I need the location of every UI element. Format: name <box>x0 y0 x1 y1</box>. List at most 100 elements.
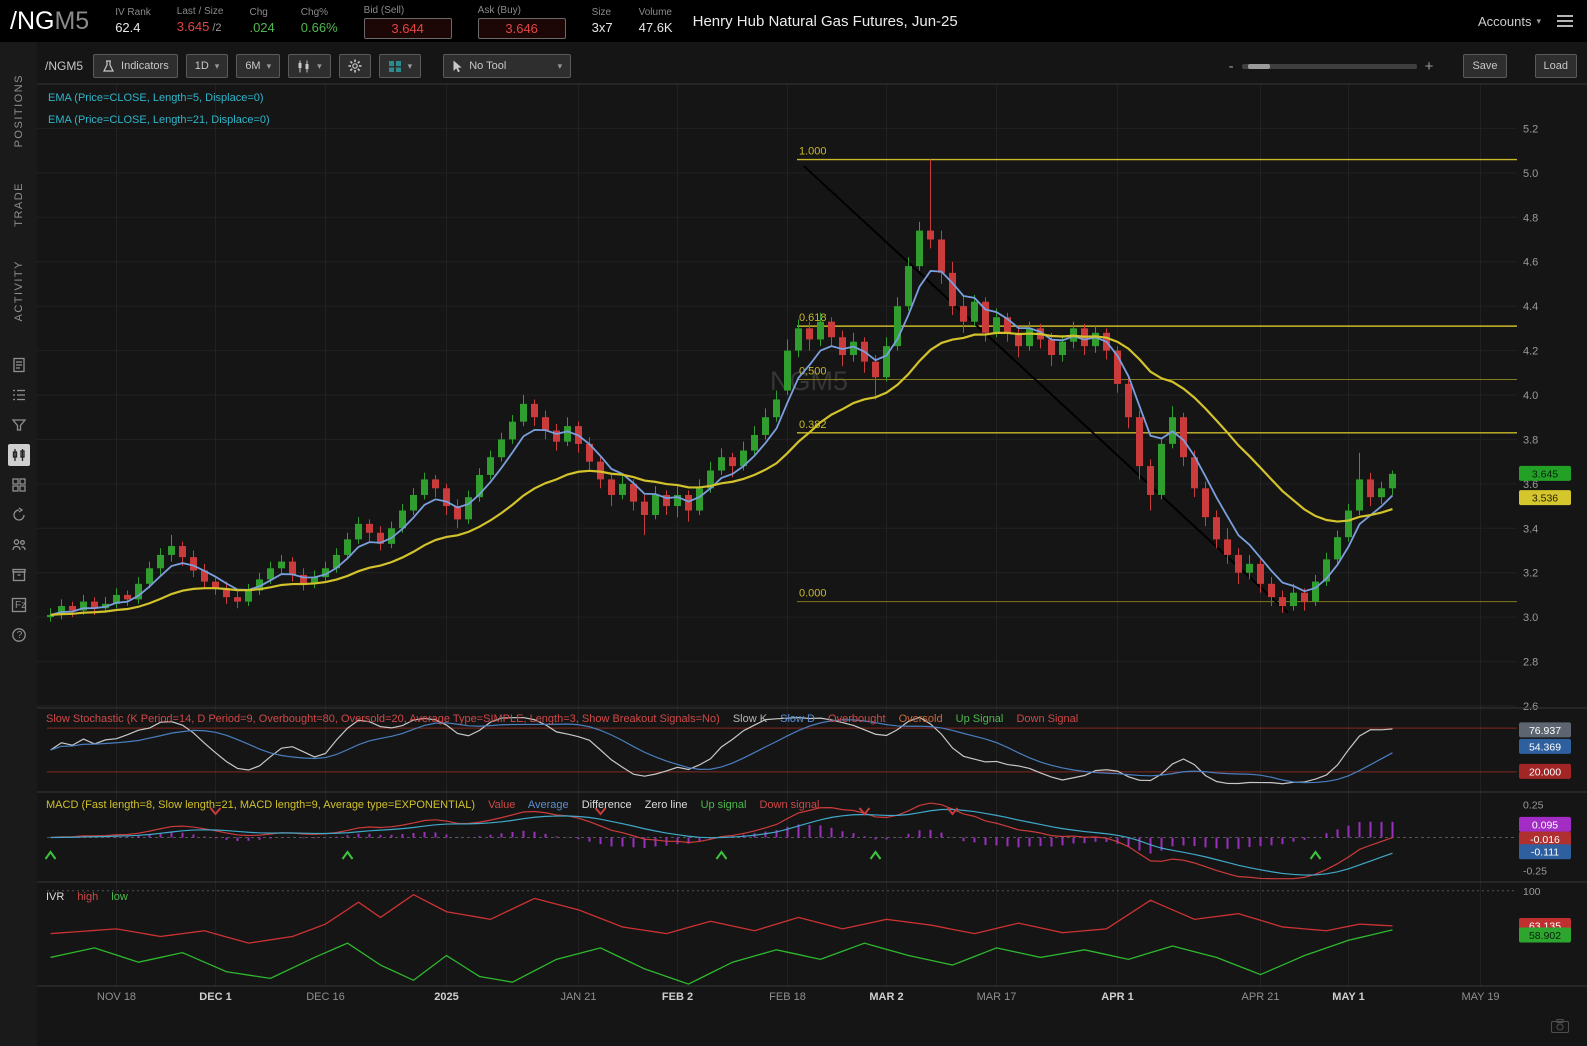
svg-text:4.8: 4.8 <box>1523 212 1538 224</box>
svg-text:MAY 1: MAY 1 <box>1332 991 1364 1003</box>
slow-d-label: Slow D <box>780 713 815 725</box>
svg-text:3.0: 3.0 <box>1523 612 1538 624</box>
svg-text:2.6: 2.6 <box>1523 701 1538 713</box>
ema5-legend: EMA (Price=CLOSE, Length=5, Displace=0) <box>48 92 264 104</box>
ivr-high-label: high <box>77 891 99 903</box>
beaker-icon <box>103 59 114 72</box>
contract-description: Henry Hub Natural Gas Futures, Jun-25 <box>692 12 958 30</box>
sidebar-tab-activity[interactable]: ACTIVITY <box>13 260 25 322</box>
indicators-button[interactable]: Indicators <box>93 54 178 78</box>
zoom-out-button[interactable]: - <box>1229 58 1234 75</box>
svg-text:100: 100 <box>1523 886 1541 898</box>
drawing-tool-select[interactable]: No Tool ▾ <box>443 54 572 78</box>
load-button[interactable]: Load <box>1534 54 1577 78</box>
save-button[interactable]: Save <box>1463 54 1507 78</box>
candle-chart-icon <box>298 60 309 72</box>
svg-text:FEB 18: FEB 18 <box>769 991 806 1003</box>
people-icon[interactable] <box>8 534 30 556</box>
chart-area: 5.2 5.0 4.8 4.6 4.4 4.2 4.0 3.8 3.6 3.4 3.2 3.0 2.8 2… <box>37 42 1587 1046</box>
macd-difference-label: Difference <box>581 799 632 811</box>
zoom-in-button[interactable]: + <box>1425 58 1434 75</box>
symbol-title: /NGM5 <box>10 7 89 36</box>
layout-grid-select[interactable]: ▾ <box>378 54 422 78</box>
ivr-legend: IVR high low <box>46 891 138 903</box>
ask-button[interactable]: 3.646 <box>477 17 566 39</box>
svg-text:58.902: 58.902 <box>1529 930 1561 942</box>
timeframe-select[interactable]: 1D ▾ <box>185 54 229 78</box>
camera-icon[interactable] <box>1551 1019 1569 1038</box>
sidebar-tab-trade[interactable]: TRADE <box>13 182 25 227</box>
svg-text:4.6: 4.6 <box>1523 257 1538 269</box>
svg-text:FEB 2: FEB 2 <box>662 991 693 1003</box>
range-value: 6M <box>245 60 261 72</box>
chevron-down-icon: ▾ <box>407 60 413 71</box>
svg-text:3.2: 3.2 <box>1523 568 1538 580</box>
svg-text:JAN 21: JAN 21 <box>560 991 596 1003</box>
down-signal-label: Down Signal <box>1016 713 1079 725</box>
document-icon[interactable] <box>8 354 30 376</box>
svg-text:MAY 19: MAY 19 <box>1461 991 1499 1003</box>
oversold-label: Oversold <box>898 713 943 725</box>
slow-k-label: Slow K <box>732 713 768 725</box>
last-size-label: Last / Size <box>176 6 224 17</box>
list-icon[interactable] <box>8 384 30 406</box>
filter-icon[interactable] <box>8 414 30 436</box>
macd-legend: MACD (Fast length=8, Slow length=21, MAC… <box>46 799 829 811</box>
fx-icon[interactable]: Fz <box>8 594 30 616</box>
archive-icon[interactable] <box>8 564 30 586</box>
refresh-icon[interactable] <box>8 504 30 526</box>
svg-text:MAR 2: MAR 2 <box>869 991 903 1003</box>
gear-icon <box>348 59 362 73</box>
zoom-control: - + <box>1229 58 1434 75</box>
sidebar-tab-positions[interactable]: POSITIONS <box>13 74 25 147</box>
zoom-slider[interactable] <box>1241 63 1417 69</box>
stochastic-legend: Slow Stochastic (K Period=14, D Period=9… <box>46 713 1088 725</box>
svg-text:0.000: 0.000 <box>799 588 827 600</box>
svg-text:Fz: Fz <box>15 600 26 611</box>
bid-label: Bid (Sell) <box>363 4 405 16</box>
svg-text:5.0: 5.0 <box>1523 168 1538 180</box>
help-icon[interactable]: ? <box>8 624 30 646</box>
size-field: Size 3x7 <box>592 6 613 36</box>
timeframe-value: 1D <box>194 60 209 72</box>
svg-text:APR 1: APR 1 <box>1101 991 1133 1003</box>
size-value: 3x7 <box>591 20 613 35</box>
top-header: /NGM5 IV Rank 62.4 Last / Size 3.645/2 C… <box>0 0 1587 42</box>
chevron-down-icon: ▾ <box>557 60 563 71</box>
volume-label: Volume <box>638 7 672 18</box>
last-size-field: Last / Size 3.645/2 <box>177 5 224 37</box>
svg-text:0.095: 0.095 <box>1532 819 1558 831</box>
bid-button[interactable]: 3.644 <box>363 17 452 39</box>
overbought-label: Overbought <box>828 713 886 725</box>
chart-type-select[interactable]: ▾ <box>288 54 331 78</box>
svg-text:4.0: 4.0 <box>1523 390 1538 402</box>
zoom-slider-handle[interactable] <box>1247 63 1270 69</box>
ivr-title: IVR <box>46 891 65 903</box>
svg-text:76.937: 76.937 <box>1529 725 1561 737</box>
macd-value-label: Value <box>488 799 516 811</box>
svg-text:3.645: 3.645 <box>1532 468 1558 480</box>
svg-text:NOV 18: NOV 18 <box>97 991 136 1003</box>
last-size: /2 <box>212 22 222 34</box>
iv-rank-value: 62.4 <box>115 20 141 35</box>
menu-icon[interactable] <box>1557 15 1573 27</box>
bid-field: Bid (Sell) 3.644 <box>363 4 452 39</box>
stochastic-title: Slow Stochastic (K Period=14, D Period=9… <box>46 713 720 725</box>
chart-canvas[interactable]: 5.25.04.84.64.44.24.03.83.63.43.23.02.82… <box>37 42 1587 1046</box>
svg-text:54.369: 54.369 <box>1529 741 1561 753</box>
grid-icon[interactable] <box>8 474 30 496</box>
last-price: 3.645 <box>176 19 210 34</box>
svg-text:20.000: 20.000 <box>1529 766 1561 778</box>
symbol-root: /NG <box>10 6 55 35</box>
accounts-menu[interactable]: Accounts ▾ <box>1478 14 1541 29</box>
svg-text:0.25: 0.25 <box>1523 799 1544 811</box>
svg-text:5.2: 5.2 <box>1523 123 1538 135</box>
chart-icon[interactable] <box>7 444 30 466</box>
macd-title: MACD (Fast length=8, Slow length=21, MAC… <box>46 799 476 811</box>
svg-text:1.000: 1.000 <box>799 146 827 158</box>
accounts-label: Accounts <box>1477 13 1532 29</box>
range-select[interactable]: 6M ▾ <box>236 54 281 78</box>
settings-button[interactable] <box>338 54 371 78</box>
svg-text:4.4: 4.4 <box>1523 301 1538 313</box>
chevron-down-icon: ▾ <box>214 60 220 71</box>
